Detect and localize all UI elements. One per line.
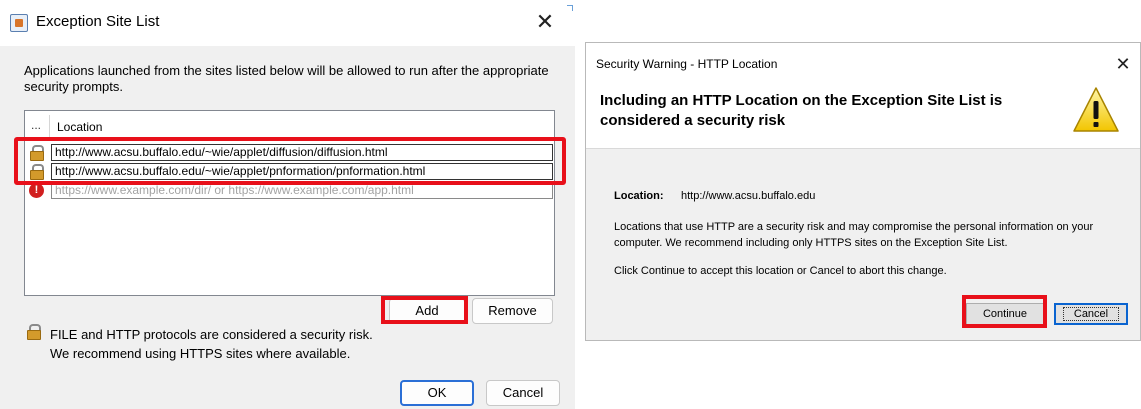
table-row-new-entry[interactable]: ! bbox=[25, 182, 554, 199]
java-app-icon bbox=[10, 14, 28, 32]
location-value: http://www.acsu.buffalo.edu bbox=[681, 190, 816, 202]
add-button[interactable]: Add bbox=[389, 298, 465, 324]
location-cell[interactable]: http://www.acsu.buffalo.edu/~wie/applet/… bbox=[51, 163, 553, 180]
close-icon[interactable]: ✕ bbox=[528, 8, 562, 38]
footnote-line: We recommend using HTTPS sites where ava… bbox=[50, 346, 351, 361]
column-divider bbox=[49, 115, 50, 137]
column-header-menu[interactable]: ... bbox=[31, 118, 41, 132]
security-heading: Including an HTTP Location on the Except… bbox=[600, 92, 1003, 129]
security-body-text: Locations that use HTTP are a security r… bbox=[614, 221, 1094, 249]
security-dialog-title: Security Warning - HTTP Location bbox=[596, 57, 778, 71]
table-row[interactable]: http://www.acsu.buffalo.edu/~wie/applet/… bbox=[25, 144, 554, 161]
location-cell[interactable]: http://www.acsu.buffalo.edu/~wie/applet/… bbox=[51, 144, 553, 161]
location-label: Location: bbox=[614, 190, 664, 202]
table-row[interactable]: http://www.acsu.buffalo.edu/~wie/applet/… bbox=[25, 163, 554, 180]
ok-button[interactable]: OK bbox=[400, 380, 474, 406]
exception-dialog-titlebar: Exception Site List ✕ bbox=[0, 0, 575, 46]
lock-warning-icon bbox=[29, 145, 44, 161]
footnote-line: FILE and HTTP protocols are considered a… bbox=[50, 327, 373, 342]
lock-warning-icon bbox=[26, 324, 41, 340]
cancel-button[interactable]: Cancel bbox=[1054, 303, 1128, 325]
lock-warning-icon bbox=[29, 164, 44, 180]
close-icon[interactable]: ✕ bbox=[1110, 51, 1136, 77]
security-warning-dialog: Security Warning - HTTP Location ✕ Inclu… bbox=[585, 42, 1141, 341]
exception-site-table: ... Location http://www.acsu.buffalo.edu… bbox=[24, 110, 555, 296]
cancel-button[interactable]: Cancel bbox=[486, 380, 560, 406]
exception-dialog-title: Exception Site List bbox=[36, 13, 160, 30]
table-header: ... Location bbox=[25, 111, 554, 141]
exception-site-list-dialog: Exception Site List ✕ Applications launc… bbox=[0, 0, 575, 409]
warning-triangle-icon bbox=[1073, 87, 1119, 132]
cancel-button-label: Cancel bbox=[1062, 307, 1120, 321]
continue-button[interactable]: Continue bbox=[966, 303, 1044, 325]
security-dialog-header: Including an HTTP Location on the Except… bbox=[586, 83, 1140, 149]
security-footnote: FILE and HTTP protocols are considered a… bbox=[50, 325, 373, 363]
column-header-location[interactable]: Location bbox=[57, 120, 102, 134]
security-dialog-titlebar: Security Warning - HTTP Location ✕ bbox=[586, 43, 1140, 83]
error-icon: ! bbox=[29, 183, 44, 198]
remove-button[interactable]: Remove bbox=[472, 298, 553, 324]
new-location-input[interactable] bbox=[51, 182, 553, 199]
security-instruction: Click Continue to accept this location o… bbox=[614, 265, 947, 277]
window-corner-decoration bbox=[567, 5, 573, 11]
exception-dialog-description: Applications launched from the sites lis… bbox=[24, 63, 549, 94]
